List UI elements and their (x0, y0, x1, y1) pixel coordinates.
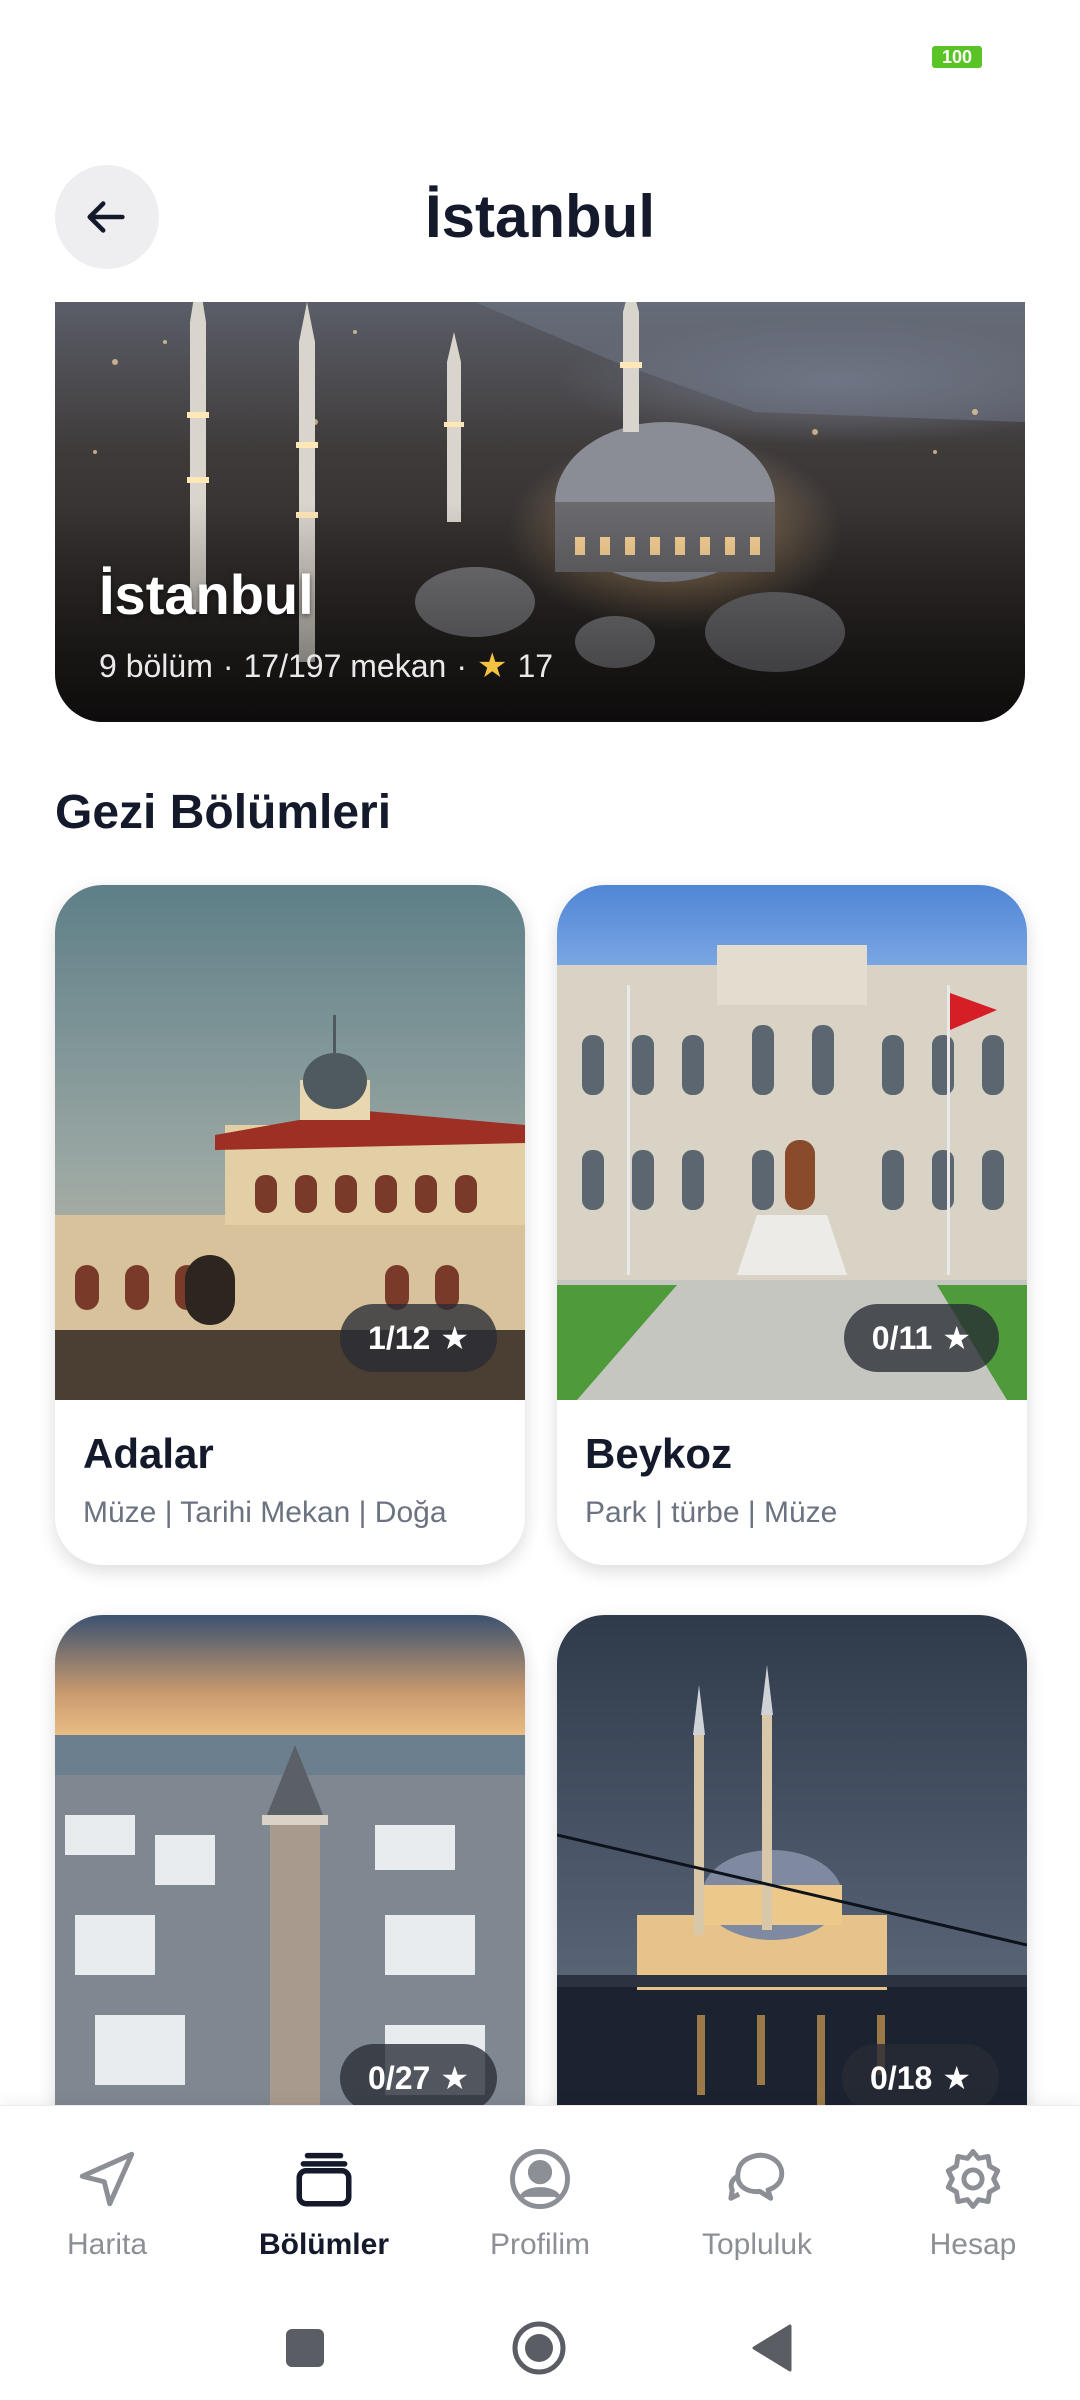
triangle-back-icon (752, 2324, 792, 2372)
navigation-arrow-icon (79, 2151, 135, 2207)
district-card-beykoz[interactable]: 0/11 ★ Beykoz Park | türbe | Müze (557, 885, 1027, 1565)
progress-count: 0/27 (368, 2059, 431, 2096)
progress-badge: 0/27 ★ (340, 2044, 497, 2112)
card-body: Beykoz Park | türbe | Müze (557, 1400, 1027, 1565)
star-icon: ★ (476, 647, 508, 685)
header: İstanbul (0, 160, 1080, 280)
hero-places-count: 17/197 mekan (243, 647, 447, 684)
section-title: Gezi Bölümleri (55, 786, 392, 839)
progress-count: 0/11 (871, 1319, 933, 1356)
progress-badge: 0/18 ★ (842, 2044, 999, 2112)
hero-stars-count: 17 (517, 647, 554, 684)
progress-badge: 0/11 ★ (843, 1304, 999, 1372)
user-circle-icon (510, 2149, 570, 2209)
nav-item-topluluk[interactable]: Topluluk (657, 2146, 857, 2262)
star-icon: ★ (440, 2060, 469, 2096)
hero-separator: · (456, 647, 467, 684)
hero-stats: 9 bölüm · 17/197 mekan · ★ 17 (99, 646, 553, 686)
hero-sections-count: 9 bölüm (99, 647, 213, 684)
star-icon: ★ (942, 2060, 971, 2096)
page-title: İstanbul (424, 183, 655, 250)
star-icon: ★ (440, 1320, 469, 1356)
recent-apps-button[interactable] (285, 2328, 325, 2373)
progress-badge: 1/12 ★ (340, 1304, 497, 1372)
nav-label: Bölümler (258, 2228, 390, 2261)
bottom-navigation: Harita Bölümler Profilim Topluluk Hesap (0, 2105, 1080, 2305)
nav-label: Harita (66, 2228, 148, 2261)
nav-label: Profilim (489, 2228, 590, 2261)
card-tags: Park | türbe | Müze (585, 1496, 838, 1529)
progress-count: 1/12 (368, 1319, 431, 1356)
hero-separator: · (222, 647, 234, 684)
card-photo: 0/11 ★ (557, 885, 1027, 1400)
nav-label: Topluluk (701, 2228, 813, 2261)
hero-title: İstanbul (99, 563, 314, 626)
card-title: Adalar (83, 1430, 214, 1477)
status-bar: 100 (0, 0, 1080, 110)
star-icon: ★ (942, 1320, 971, 1356)
card-photo: 1/12 ★ (55, 885, 525, 1400)
home-circle-icon (512, 2321, 566, 2375)
system-navigation-bar (0, 2280, 1080, 2400)
progress-count: 0/18 (870, 2059, 933, 2096)
nav-item-bolumler[interactable]: Bölümler (224, 2146, 424, 2262)
chat-bubbles-icon (728, 2152, 785, 2201)
card-title: Beykoz (585, 1430, 733, 1477)
home-button[interactable] (511, 2320, 567, 2381)
gear-icon (945, 2149, 1001, 2209)
battery-indicator: 100 (932, 46, 982, 68)
nav-item-hesap[interactable]: Hesap (873, 2146, 1073, 2262)
system-back-button[interactable] (752, 2324, 792, 2377)
nav-item-harita[interactable]: Harita (7, 2146, 207, 2262)
district-card-adalar[interactable]: 1/12 ★ Adalar Müze | Tarihi Mekan | Doğa (55, 885, 525, 1565)
card-tags: Müze | Tarihi Mekan | Doğa (83, 1496, 447, 1529)
card-body: Adalar Müze | Tarihi Mekan | Doğa (55, 1400, 525, 1565)
city-hero-banner[interactable]: İstanbul 9 bölüm · 17/197 mekan · ★ 17 (55, 302, 1025, 722)
square-icon (286, 2329, 324, 2367)
cards-stack-icon (296, 2152, 352, 2207)
nav-label: Hesap (929, 2228, 1017, 2261)
nav-item-profilim[interactable]: Profilim (440, 2146, 640, 2262)
